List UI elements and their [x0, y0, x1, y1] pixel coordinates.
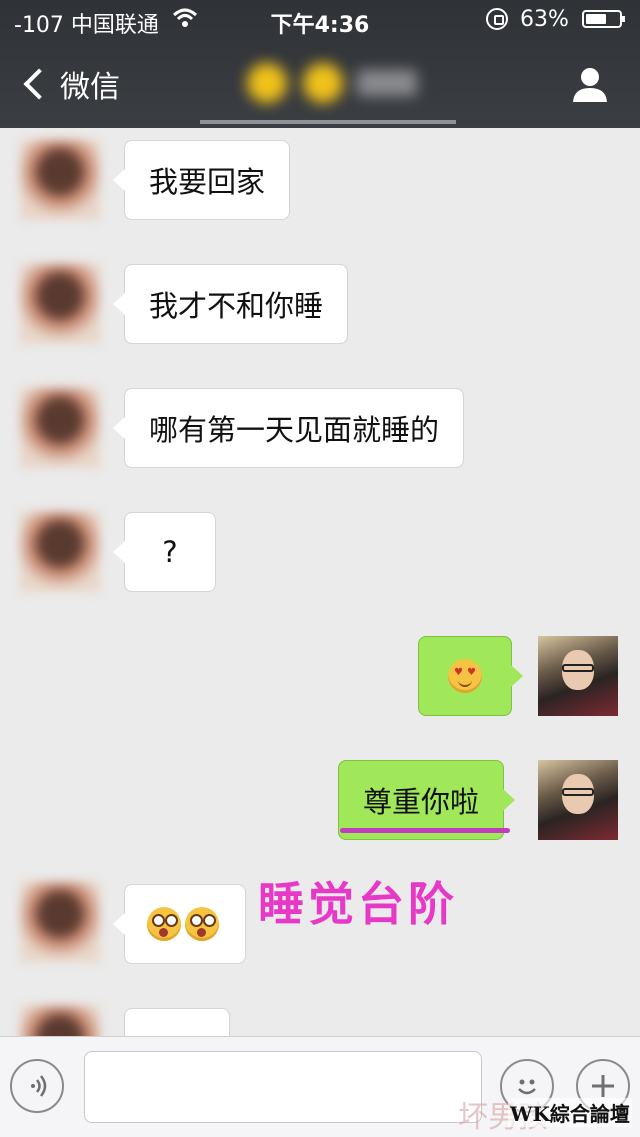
shocked-face-icon — [147, 907, 181, 941]
message-text: 尊重你啦 — [363, 785, 480, 819]
voice-icon — [31, 1075, 47, 1097]
emoji-icon — [303, 63, 343, 103]
back-button[interactable]: 微信 — [20, 62, 120, 106]
contact-avatar[interactable] — [20, 388, 100, 468]
message-text: 我要回家 — [149, 165, 266, 199]
battery-icon — [582, 10, 625, 28]
voice-button[interactable] — [10, 1059, 64, 1113]
contact-avatar[interactable] — [20, 882, 100, 962]
plus-icon — [592, 1075, 614, 1097]
title-divider — [200, 120, 456, 124]
person-icon[interactable] — [570, 64, 610, 104]
my-avatar[interactable] — [538, 636, 618, 716]
incoming-message[interactable] — [124, 1008, 230, 1036]
message-list[interactable]: 我要回家 我才不和你睡 哪有第一天见面就睡的 ? ♥ ♥ 尊重你啦 睡觉台阶 — [0, 128, 640, 1036]
incoming-message[interactable] — [113, 884, 246, 964]
annotation-text: 睡觉台阶 — [258, 877, 458, 931]
heart-eyes-smiley-icon: ♥ ♥ — [448, 659, 482, 693]
emoji-icon — [247, 63, 287, 103]
site-watermark: WK綜合論壇 — [508, 1098, 632, 1127]
my-avatar[interactable] — [538, 760, 618, 840]
battery-percent: 63% — [520, 7, 569, 32]
status-bar: -107 中国联通 下午4:36 63% — [0, 0, 640, 40]
incoming-message[interactable]: 我要回家 — [112, 140, 291, 220]
incoming-message[interactable]: ? — [113, 512, 216, 592]
contact-avatar[interactable] — [20, 1006, 100, 1036]
top-bar: -107 中国联通 下午4:36 63% 微信 — [0, 0, 640, 128]
chevron-left-icon — [23, 68, 55, 100]
outgoing-message[interactable]: ♥ ♥ — [418, 636, 523, 716]
redacted-name — [357, 70, 417, 96]
shocked-face-icon — [185, 907, 219, 941]
message-text: ? — [162, 535, 178, 569]
incoming-message[interactable]: 哪有第一天见面就睡的 — [112, 388, 465, 468]
incoming-message[interactable]: 我才不和你睡 — [112, 264, 349, 344]
contact-avatar[interactable] — [20, 512, 100, 592]
message-text: 哪有第一天见面就睡的 — [149, 413, 440, 447]
chat-title-blurred — [200, 58, 456, 108]
handdrawn-underline — [340, 828, 510, 833]
message-input[interactable] — [84, 1051, 482, 1123]
contact-avatar[interactable] — [20, 140, 100, 220]
message-text: 我才不和你睡 — [149, 289, 324, 323]
rotation-lock-icon — [486, 8, 508, 30]
back-label: 微信 — [60, 70, 120, 105]
contact-avatar[interactable] — [20, 264, 100, 344]
